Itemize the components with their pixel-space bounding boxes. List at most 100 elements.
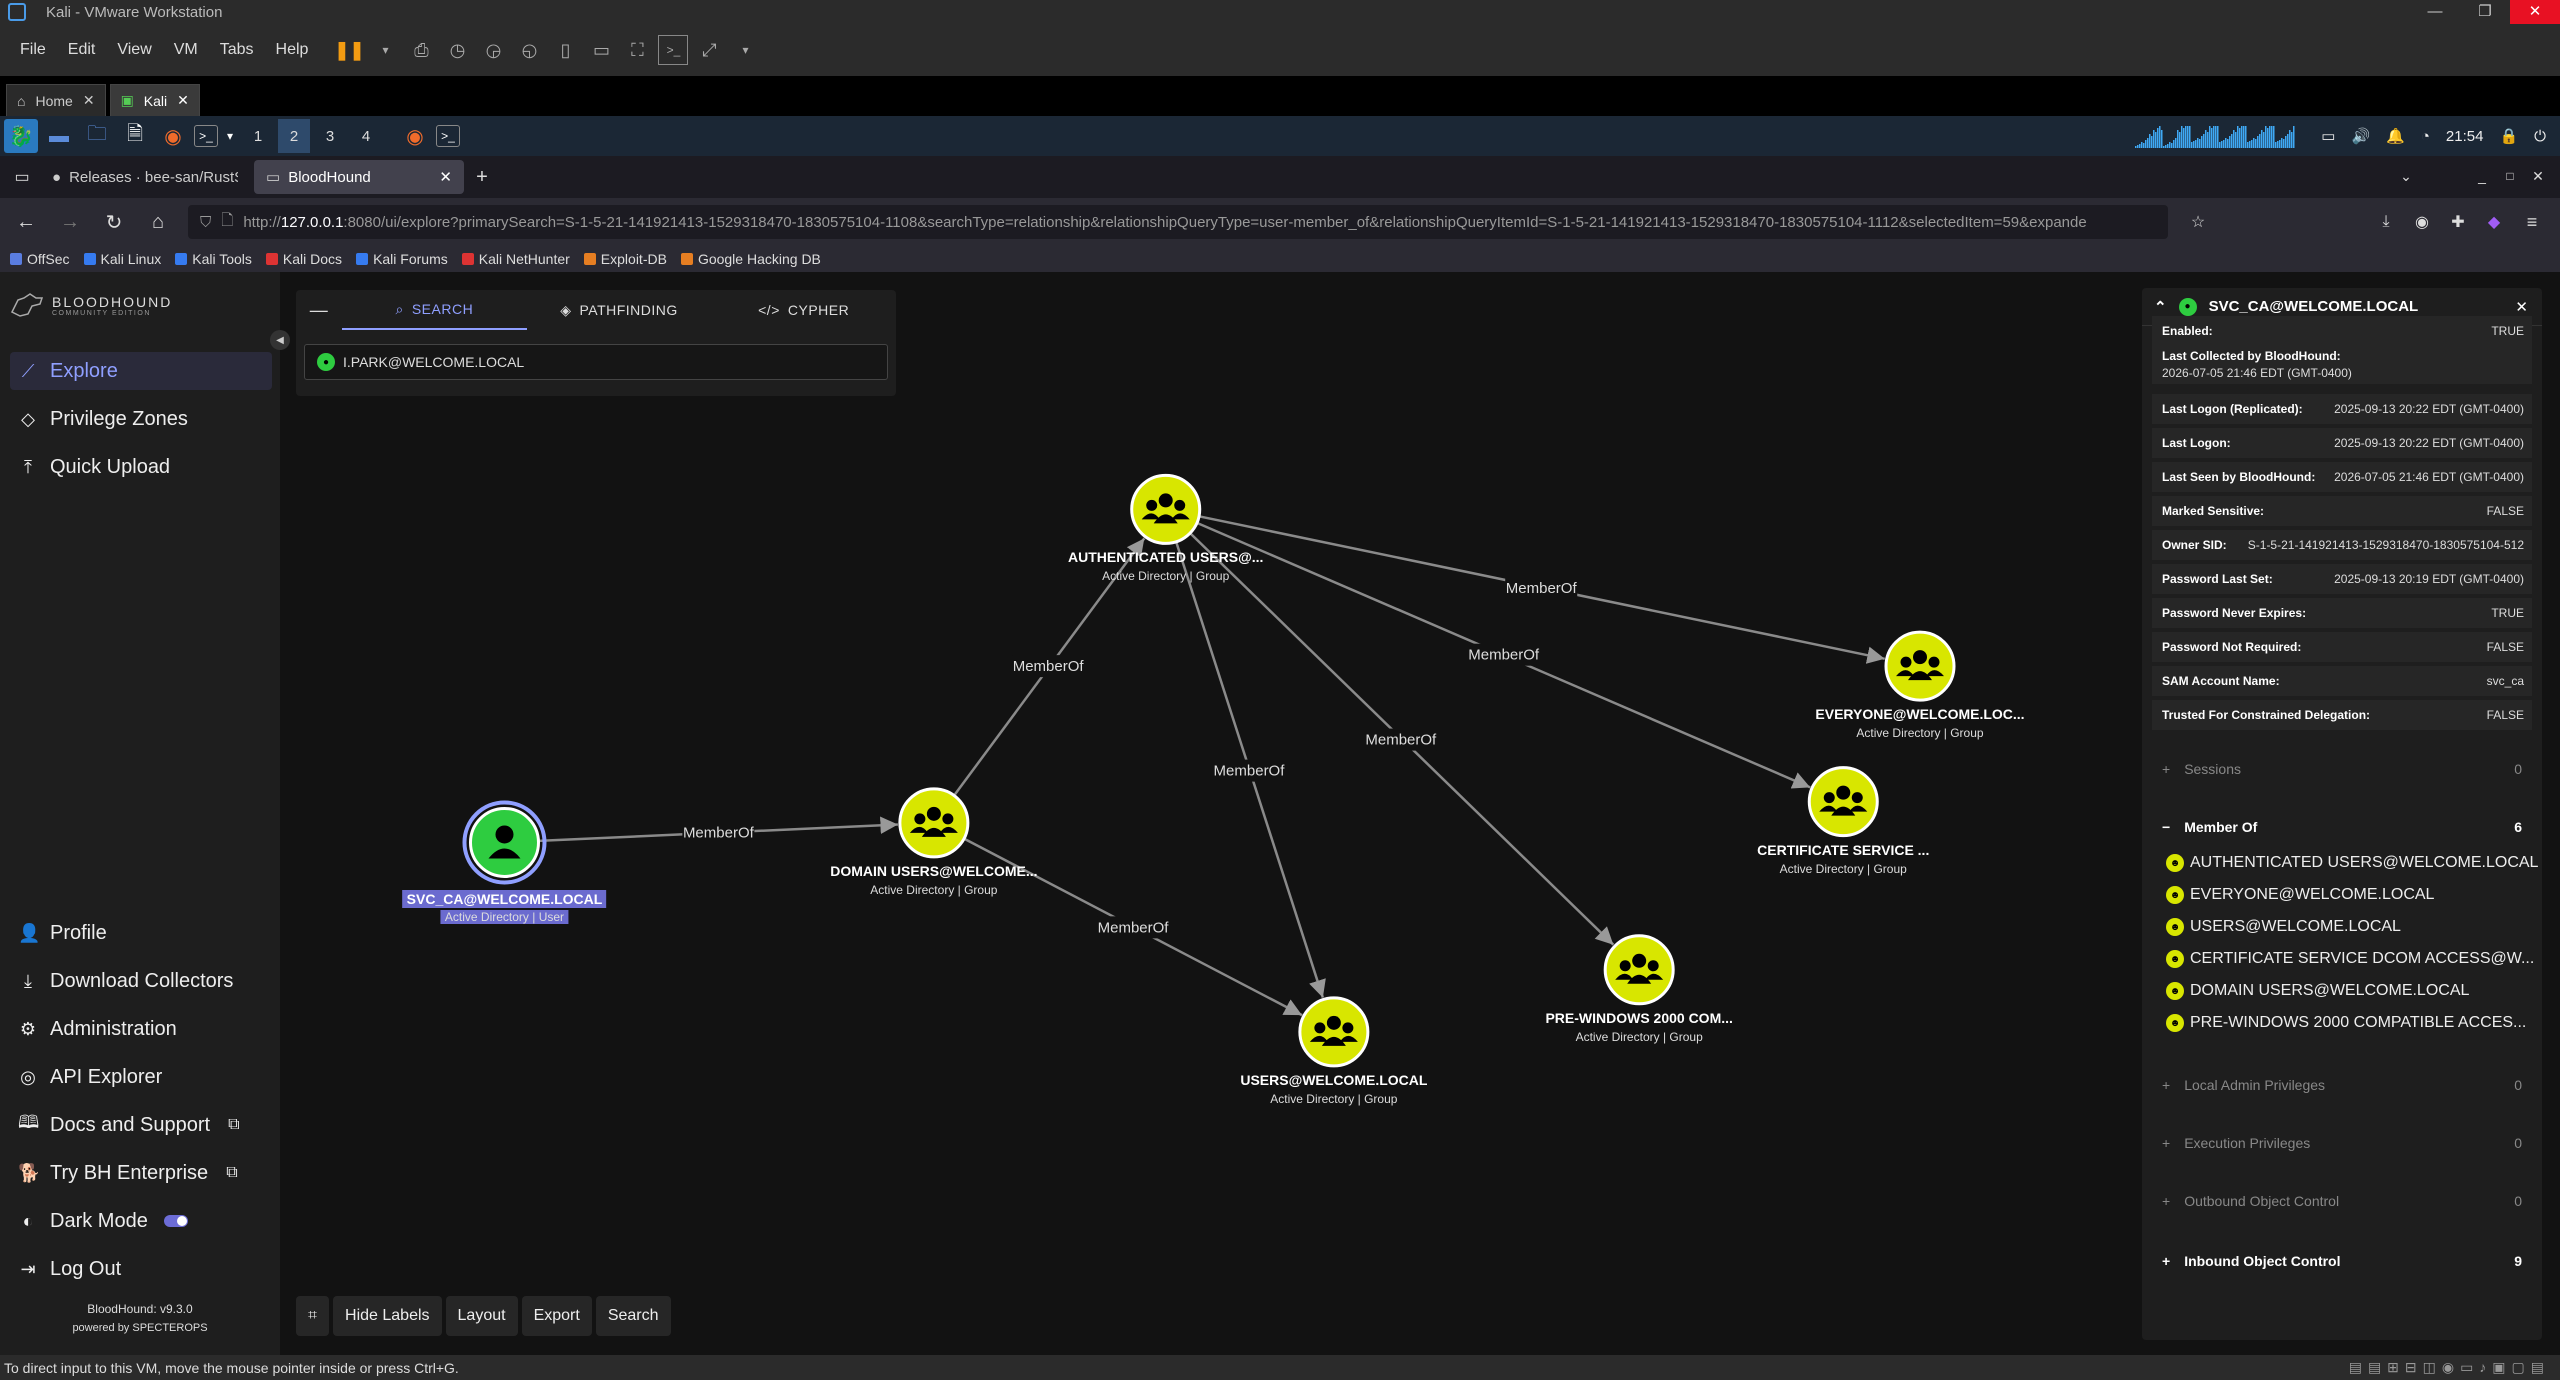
back-icon[interactable]: ← xyxy=(12,208,40,236)
extension-badge-icon[interactable]: ◆ xyxy=(2480,208,2508,236)
stretch-icon[interactable]: ⤢ xyxy=(694,35,724,65)
hide-labels-button[interactable]: Hide Labels xyxy=(333,1296,442,1336)
lock-icon[interactable]: 🔒 xyxy=(2499,127,2518,145)
edge-label[interactable]: MemberOf xyxy=(1468,647,1540,664)
member-of-item[interactable]: ☻ AUTHENTICATED USERS@WELCOME.LOCAL xyxy=(2166,854,2538,872)
nav-explore[interactable]: ⟋ Explore xyxy=(10,352,272,390)
revert-snapshot-icon[interactable]: ◶ xyxy=(478,35,508,65)
pause-icon[interactable]: ❚❚ xyxy=(334,35,364,65)
hamburger-menu-icon[interactable]: ≡ xyxy=(2518,208,2546,236)
crop-button[interactable]: ⌗ xyxy=(296,1296,330,1336)
terminal-window-icon[interactable]: >_ xyxy=(436,125,460,147)
file-manager-icon[interactable]: 🗀 xyxy=(80,119,114,153)
nav-api-explorer[interactable]: ◎ API Explorer xyxy=(10,1058,272,1096)
bookmark-kali-linux[interactable]: Kali Linux xyxy=(83,251,161,267)
menu-edit[interactable]: Edit xyxy=(60,41,104,59)
menu-view[interactable]: View xyxy=(109,41,159,59)
snapshot-icon[interactable]: ◷ xyxy=(442,35,472,65)
edge-label[interactable]: MemberOf xyxy=(1098,919,1170,936)
console-view-icon[interactable]: >_ xyxy=(658,35,689,65)
tab-home[interactable]: ⌂ Home ✕ xyxy=(6,84,106,116)
edge-label[interactable]: MemberOf xyxy=(683,825,755,842)
chevron-down-icon[interactable]: ▾ xyxy=(370,35,400,65)
notification-icon[interactable]: 🔔 xyxy=(2386,127,2405,145)
power-icon[interactable]: ⏻ xyxy=(2534,128,2546,145)
group-node[interactable] xyxy=(898,787,970,859)
tab-pathfinding[interactable]: ◈ PATHFINDING xyxy=(527,290,712,330)
tab-bloodhound[interactable]: ▭ BloodHound ✕ xyxy=(254,160,464,194)
bookmark-kali-tools[interactable]: Kali Tools xyxy=(175,251,252,267)
member-of-item[interactable]: ☻ CERTIFICATE SERVICE DCOM ACCESS@W... xyxy=(2166,950,2534,968)
nav-log-out[interactable]: ⇥ Log Out xyxy=(10,1250,272,1288)
group-node[interactable] xyxy=(1130,473,1202,545)
graph-canvas[interactable]: MemberOf MemberOf MemberOf MemberOf MemberOf… xyxy=(280,402,2130,1272)
forward-icon[interactable]: → xyxy=(56,208,84,236)
search-input[interactable]: ● I.PARK@WELCOME.LOCAL xyxy=(304,344,888,380)
close-icon[interactable]: ✕ xyxy=(2510,0,2560,24)
workspace-3[interactable]: 3 xyxy=(314,119,346,153)
display-icon[interactable]: ▭ xyxy=(2321,127,2335,145)
chevron-down-icon[interactable]: ▾ xyxy=(222,119,238,153)
group-node[interactable] xyxy=(1884,630,1956,702)
bookmark-ghdb[interactable]: Google Hacking DB xyxy=(680,251,821,267)
new-tab-icon[interactable]: + xyxy=(468,163,496,191)
section-local-admin[interactable]: + Local Admin Privileges 0 xyxy=(2152,1068,2532,1102)
tab-releases[interactable]: ● Releases · bee-san/RustS xyxy=(40,160,250,194)
collapse-search-button[interactable]: — xyxy=(296,290,342,330)
export-button[interactable]: Export xyxy=(521,1296,592,1336)
firefox-icon[interactable]: ◉ xyxy=(156,119,190,153)
menu-help[interactable]: Help xyxy=(268,41,317,59)
member-of-item[interactable]: ☻ DOMAIN USERS@WELCOME.LOCAL xyxy=(2166,982,2469,1000)
menu-vm[interactable]: VM xyxy=(166,41,206,59)
group-node[interactable] xyxy=(1298,996,1370,1068)
extensions-icon[interactable]: ✚ xyxy=(2444,208,2472,236)
bookmark-exploit-db[interactable]: Exploit-DB xyxy=(583,251,667,267)
send-keys-icon[interactable]: ⎙ xyxy=(406,35,436,65)
terminal-icon[interactable]: >_ xyxy=(194,125,218,147)
sidebar-view-icon[interactable]: ▯ xyxy=(550,35,580,65)
nav-dark-mode[interactable]: ◐ Dark Mode xyxy=(10,1202,272,1240)
group-node[interactable] xyxy=(1807,766,1879,838)
menu-tabs[interactable]: Tabs xyxy=(212,41,262,59)
url-bar[interactable]: ⛉ 🗋 http://127.0.0.1:8080/ui/explore?pri… xyxy=(188,205,2168,239)
member-of-item[interactable]: ☻ EVERYONE@WELCOME.LOCAL xyxy=(2166,886,2434,904)
tab-search[interactable]: ⌕ SEARCH xyxy=(342,290,527,330)
nav-profile[interactable]: 👤 Profile xyxy=(10,914,272,952)
edge-label[interactable]: MemberOf xyxy=(1013,658,1085,675)
edge-label[interactable]: MemberOf xyxy=(1365,732,1437,749)
layout-button[interactable]: Layout xyxy=(445,1296,518,1336)
thumbnail-view-icon[interactable]: ▭ xyxy=(586,35,616,65)
firefox-window-icon[interactable]: ◉ xyxy=(398,119,432,153)
section-execution[interactable]: + Execution Privileges 0 xyxy=(2152,1126,2532,1160)
show-desktop-icon[interactable]: ▬ xyxy=(42,119,76,153)
edge-label[interactable]: MemberOf xyxy=(1214,763,1286,780)
account-icon[interactable]: ◉ xyxy=(2408,208,2436,236)
close-icon[interactable]: ✕ xyxy=(439,168,452,186)
shield-icon[interactable]: ⛉ xyxy=(200,214,211,231)
collapse-up-icon[interactable]: ⌃ xyxy=(2154,298,2167,316)
dark-mode-toggle[interactable] xyxy=(163,1215,188,1227)
member-of-item[interactable]: ☻ USERS@WELCOME.LOCAL xyxy=(2166,918,2401,936)
home-icon[interactable]: ⌂ xyxy=(144,208,172,236)
tab-kali[interactable]: ▣ Kali ✕ xyxy=(109,84,200,116)
downloads-icon[interactable]: ⤓ xyxy=(2372,208,2400,236)
fullscreen-icon[interactable]: ⛶ xyxy=(622,35,652,65)
member-of-item[interactable]: ☻ PRE-WINDOWS 2000 COMPATIBLE ACCES... xyxy=(2166,1014,2526,1032)
bookmark-star-icon[interactable]: ☆ xyxy=(2184,208,2212,236)
minimize-icon[interactable]: — xyxy=(2410,0,2460,24)
page-info-icon[interactable]: 🗋 xyxy=(221,210,233,235)
workspace-4[interactable]: 4 xyxy=(350,119,382,153)
close-icon[interactable]: ✕ xyxy=(2515,298,2528,316)
section-outbound-control[interactable]: + Outbound Object Control 0 xyxy=(2152,1184,2532,1218)
sidebar-collapse-button[interactable]: ◀ xyxy=(270,330,290,350)
bookmark-kali-forums[interactable]: Kali Forums xyxy=(356,251,448,267)
list-tabs-icon[interactable]: ⌄ xyxy=(2392,162,2420,190)
bookmark-kali-nethunter[interactable]: Kali NetHunter xyxy=(461,251,570,267)
chevron-down-icon[interactable]: ▾ xyxy=(730,35,760,65)
menu-file[interactable]: File xyxy=(12,41,54,59)
close-icon[interactable]: ✕ xyxy=(177,92,189,109)
bloodhound-logo[interactable]: BLOODHOUND COMMUNITY EDITION xyxy=(10,292,172,318)
snapshot-manager-icon[interactable]: ◵ xyxy=(514,35,544,65)
section-member-of[interactable]: − Member Of 6 xyxy=(2152,810,2532,844)
kali-menu-icon[interactable]: 🐉 xyxy=(4,119,38,153)
